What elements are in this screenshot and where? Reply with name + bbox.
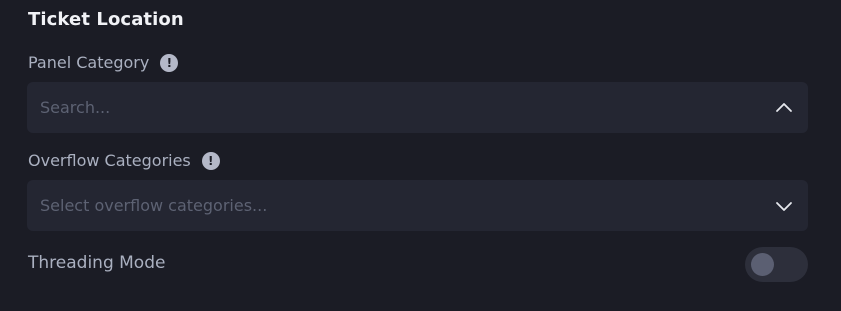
- overflow-categories-label-row: Overflow Categories !: [28, 151, 220, 170]
- panel-category-select[interactable]: [27, 82, 808, 133]
- overflow-categories-label: Overflow Categories: [28, 151, 191, 170]
- panel-category-search-input[interactable]: [40, 82, 740, 133]
- threading-mode-toggle[interactable]: [745, 247, 808, 282]
- info-icon[interactable]: !: [160, 53, 179, 72]
- info-icon[interactable]: !: [201, 151, 220, 170]
- overflow-categories-select[interactable]: [27, 180, 808, 231]
- chevron-down-icon[interactable]: [774, 196, 794, 216]
- ticket-location-panel: Ticket Location Panel Category ! Overflo…: [0, 0, 841, 311]
- chevron-up-icon[interactable]: [774, 98, 794, 118]
- panel-category-label-row: Panel Category !: [28, 53, 179, 72]
- overflow-categories-input[interactable]: [40, 180, 740, 231]
- panel-category-label: Panel Category: [28, 53, 150, 72]
- toggle-knob: [751, 253, 774, 276]
- section-title: Ticket Location: [28, 9, 184, 30]
- threading-mode-label: Threading Mode: [28, 253, 166, 273]
